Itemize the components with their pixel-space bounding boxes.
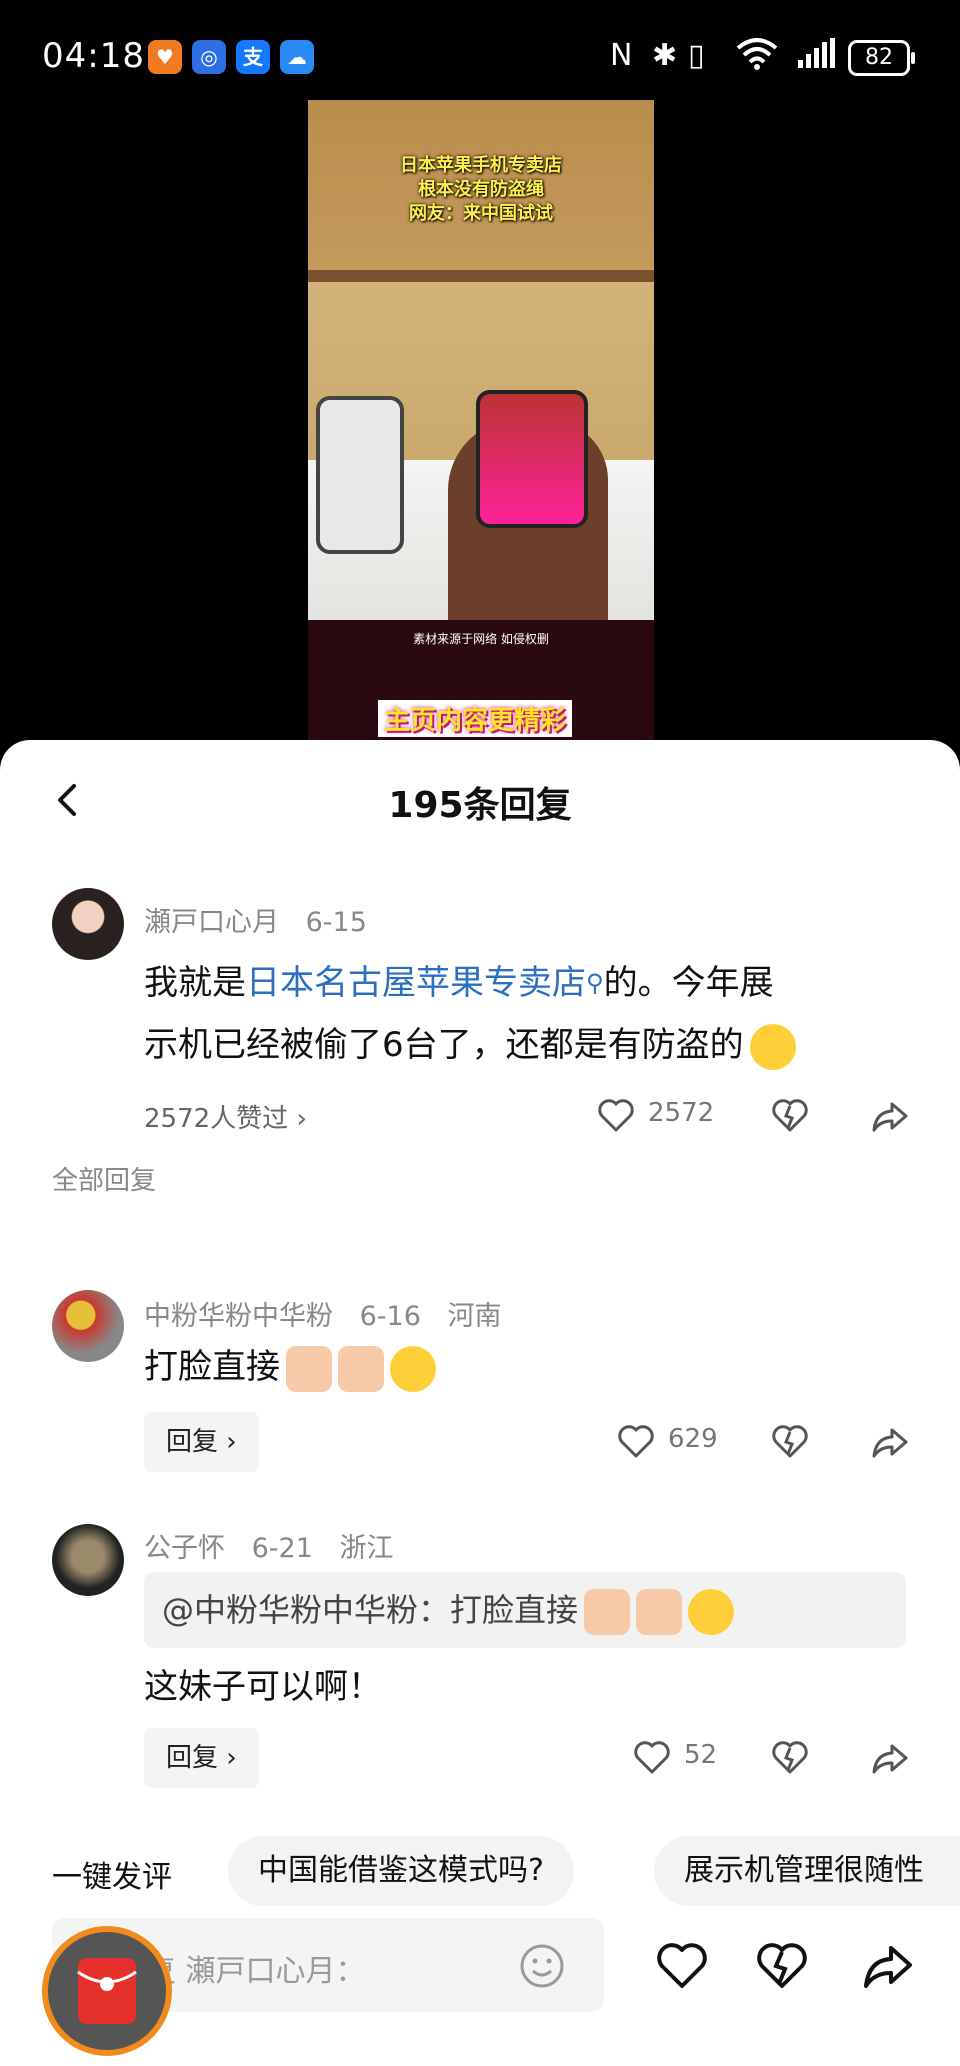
video-shelf [308, 270, 654, 282]
video-phone-image [316, 396, 404, 554]
quoted-text: @中粉华粉中华粉：打脸直接 [162, 1591, 579, 1629]
status-time: 04:18 [42, 36, 145, 76]
video-banner: 主页内容更精彩 [378, 700, 573, 737]
weather-app-icon: ☁ [280, 40, 314, 74]
comment-date: 6-15 [305, 907, 367, 938]
quick-comment-label: 一键发评 [52, 1860, 172, 1895]
comment-text: 我就是日本名古屋苹果专卖店⚲的。今年展 示机已经被偷了6台了，还都是有防盗的 [144, 952, 914, 1076]
status-bar: 04:18 ♥ ◎ 支 ☁ N ✱ ▯ 82 [0, 0, 960, 110]
quick-comment-chip[interactable]: 展示机管理很随性 [654, 1836, 960, 1906]
avatar[interactable] [52, 1290, 124, 1362]
dislike-icon[interactable] [770, 1738, 810, 1778]
video-source-note: 素材来源于网络 如侵权删 [413, 632, 549, 646]
reply-text-segment: 打脸直接 [144, 1347, 280, 1387]
like-count: 2572 [648, 1098, 715, 1128]
reply-text: 这妹子可以啊！ [144, 1667, 382, 1707]
battery-indicator: 82 [848, 40, 915, 76]
map-app-icon: ◎ [192, 40, 226, 74]
thumbs-up-emoji-icon [286, 1345, 332, 1392]
like-icon[interactable] [596, 1096, 636, 1136]
video-caption-line: 根本没有防盗绳 [418, 179, 544, 200]
reply-date: 6-21 [251, 1533, 313, 1564]
wifi-icon [736, 38, 778, 78]
reply-location: 浙江 [339, 1533, 394, 1564]
video-caption-line: 日本苹果手机专卖店 [400, 155, 562, 176]
red-packet-button[interactable] [42, 1926, 172, 2056]
emoji-icon[interactable] [518, 1942, 566, 1990]
thumbs-up-emoji-icon [636, 1589, 683, 1635]
chevron-right-icon: › [296, 1104, 307, 1134]
reply-button-label: 回复 [166, 1427, 219, 1457]
reply-button[interactable]: 回复 › [144, 1728, 259, 1788]
search-icon[interactable]: ⚲ [586, 969, 604, 997]
comment-line: 我就是日本名古屋苹果专卖店⚲的。今年展 [144, 952, 914, 1014]
comment-line: 示机已经被偷了6台了，还都是有防盗的 [144, 1014, 914, 1076]
like-count: 629 [668, 1424, 718, 1454]
video-caption: 日本苹果手机专卖店 根本没有防盗绳 网友：来中国试试 [308, 154, 654, 226]
like-icon[interactable] [654, 1938, 710, 1994]
bluetooth-icon: ✱ [652, 38, 678, 73]
comment-text-segment: 的。今年展 [603, 963, 774, 1003]
chevron-right-icon: › [226, 1743, 237, 1773]
reply-date: 6-16 [359, 1301, 421, 1332]
thumbs-up-emoji-icon [338, 1345, 384, 1392]
quoted-reply[interactable]: @中粉华粉中华粉：打脸直接 [144, 1572, 906, 1648]
reply-button-label: 回复 [166, 1743, 219, 1773]
vibrate-icon: ▯ [688, 38, 705, 73]
reply-author[interactable]: 中粉华粉中华粉 6-16 河南 [144, 1294, 501, 1333]
laughing-crying-emoji-icon [688, 1589, 735, 1635]
comment-text-segment: 我就是 [144, 963, 246, 1003]
author-name: 公子怀 [144, 1533, 225, 1564]
like-count: 52 [684, 1740, 718, 1770]
video-player[interactable]: 日本苹果手机专卖店 根本没有防盗绳 网友：来中国试试 素材来源于网络 如侵权删 … [308, 100, 654, 740]
liked-by-link[interactable]: 2572人赞过 › [144, 1098, 307, 1135]
reply-button[interactable]: 回复 › [144, 1412, 259, 1472]
share-icon[interactable] [870, 1738, 910, 1778]
dislike-icon[interactable] [770, 1422, 810, 1462]
share-icon[interactable] [870, 1422, 910, 1462]
like-icon[interactable] [616, 1422, 656, 1462]
sheet-title: 195条回复 [388, 785, 572, 826]
search-link[interactable]: 日本名古屋苹果专卖店 [246, 963, 586, 1003]
dislike-icon[interactable] [754, 1938, 810, 1994]
like-icon[interactable] [632, 1738, 672, 1778]
shield-app-icon: ♥ [148, 40, 182, 74]
nfc-icon: N [610, 38, 633, 73]
share-icon[interactable] [860, 1938, 916, 1994]
laughing-crying-emoji-icon [390, 1345, 436, 1392]
quick-comment-chip[interactable]: 中国能借鉴这模式吗? [228, 1836, 574, 1906]
alipay-app-icon: 支 [236, 40, 270, 74]
comment-text-segment: 示机已经被偷了6台了，还都是有防盗的 [144, 1025, 744, 1065]
avatar[interactable] [52, 888, 124, 960]
signal-icon [796, 38, 836, 78]
comment-author[interactable]: 瀬戸口心月 6-15 [144, 900, 367, 939]
share-icon[interactable] [870, 1096, 910, 1136]
section-label: 全部回复 [52, 1166, 157, 1196]
avatar[interactable] [52, 1524, 124, 1596]
reply-author[interactable]: 公子怀 6-21 浙江 [144, 1526, 393, 1565]
author-name: 中粉华粉中华粉 [144, 1301, 333, 1332]
chevron-right-icon: › [226, 1427, 237, 1457]
liked-by-text: 2572人赞过 [144, 1104, 289, 1134]
laughing-crying-emoji-icon [749, 1023, 796, 1070]
reply-location: 河南 [447, 1301, 502, 1332]
video-caption-line: 网友：来中国试试 [409, 203, 553, 224]
video-phone-image [476, 390, 588, 528]
red-packet-icon [77, 1958, 137, 2024]
thumbs-up-emoji-icon [584, 1589, 631, 1635]
dislike-icon[interactable] [770, 1096, 810, 1136]
reply-text: 打脸直接 [144, 1336, 436, 1398]
author-name: 瀬戸口心月 [144, 907, 279, 938]
